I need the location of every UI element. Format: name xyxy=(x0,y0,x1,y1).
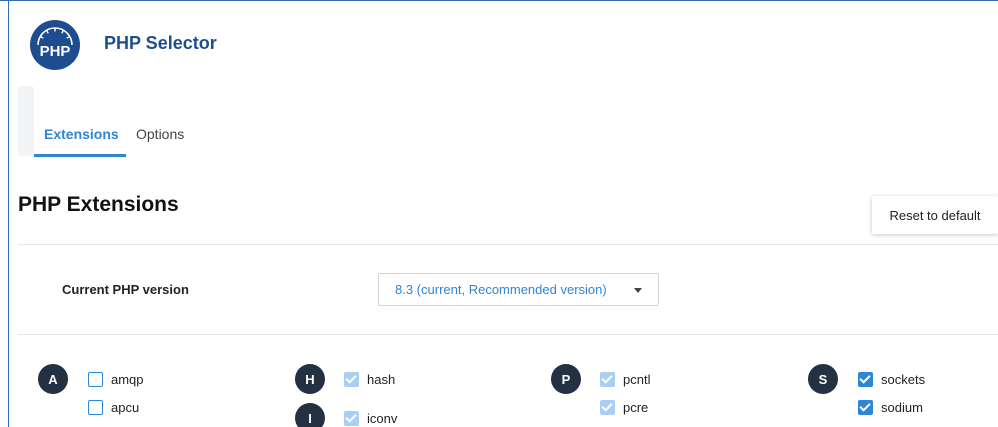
php-logo-icon: PHP xyxy=(30,20,80,70)
apcu-checkbox[interactable] xyxy=(88,399,103,415)
divider xyxy=(18,334,998,335)
page-title: PHP Selector xyxy=(104,33,217,53)
extension-sockets[interactable]: sockets xyxy=(858,370,925,388)
active-tab-indicator xyxy=(34,154,126,157)
extension-hash: hash xyxy=(344,370,395,388)
pcntl-checkbox xyxy=(600,371,615,387)
php-logo-graphic: PHP xyxy=(37,27,73,60)
php-version-select[interactable]: 8.3 (current, Recommended version) xyxy=(378,273,659,306)
tab-extensions[interactable]: Extensions xyxy=(44,126,119,142)
section-title: PHP Extensions xyxy=(18,193,179,216)
php-version-value: 8.3 (current, Recommended version) xyxy=(395,282,607,297)
extension-apcu[interactable]: apcu xyxy=(88,398,139,416)
extension-sodium[interactable]: sodium xyxy=(858,398,923,416)
group-letter-s: S xyxy=(808,364,838,394)
extension-label: amqp xyxy=(111,371,144,387)
frame-top-border xyxy=(0,0,998,1)
extension-amqp[interactable]: amqp xyxy=(88,370,144,388)
extension-label: apcu xyxy=(111,399,140,415)
extension-label: hash xyxy=(367,371,396,387)
sodium-checkbox[interactable] xyxy=(858,399,873,415)
current-php-version-label: Current PHP version xyxy=(62,282,189,297)
reset-to-default-button[interactable]: Reset to default xyxy=(872,196,998,234)
extension-iconv: iconv xyxy=(344,409,397,427)
hash-checkbox xyxy=(344,371,359,387)
frame-left-border xyxy=(8,0,9,427)
extension-label: sodium xyxy=(881,399,923,415)
extension-pcntl: pcntl xyxy=(600,370,650,388)
pcre-checkbox xyxy=(600,399,615,415)
extension-label: iconv xyxy=(367,410,398,426)
group-letter-h: H xyxy=(295,364,325,394)
group-letter-a: A xyxy=(38,364,68,394)
divider xyxy=(18,244,998,245)
caret-down-icon xyxy=(634,288,642,293)
extension-label: pcre xyxy=(623,399,649,415)
group-letter-p: P xyxy=(551,364,581,394)
sockets-checkbox[interactable] xyxy=(858,371,873,387)
amqp-checkbox[interactable] xyxy=(88,371,103,387)
tab-options[interactable]: Options xyxy=(136,126,184,142)
extension-label: pcntl xyxy=(623,371,651,387)
tabs-panel xyxy=(18,86,34,156)
extension-label: sockets xyxy=(881,371,926,387)
php-logo-text: PHP xyxy=(40,43,71,60)
extension-pcre: pcre xyxy=(600,398,648,416)
group-letter-i: I xyxy=(295,403,325,427)
iconv-checkbox xyxy=(344,410,359,426)
